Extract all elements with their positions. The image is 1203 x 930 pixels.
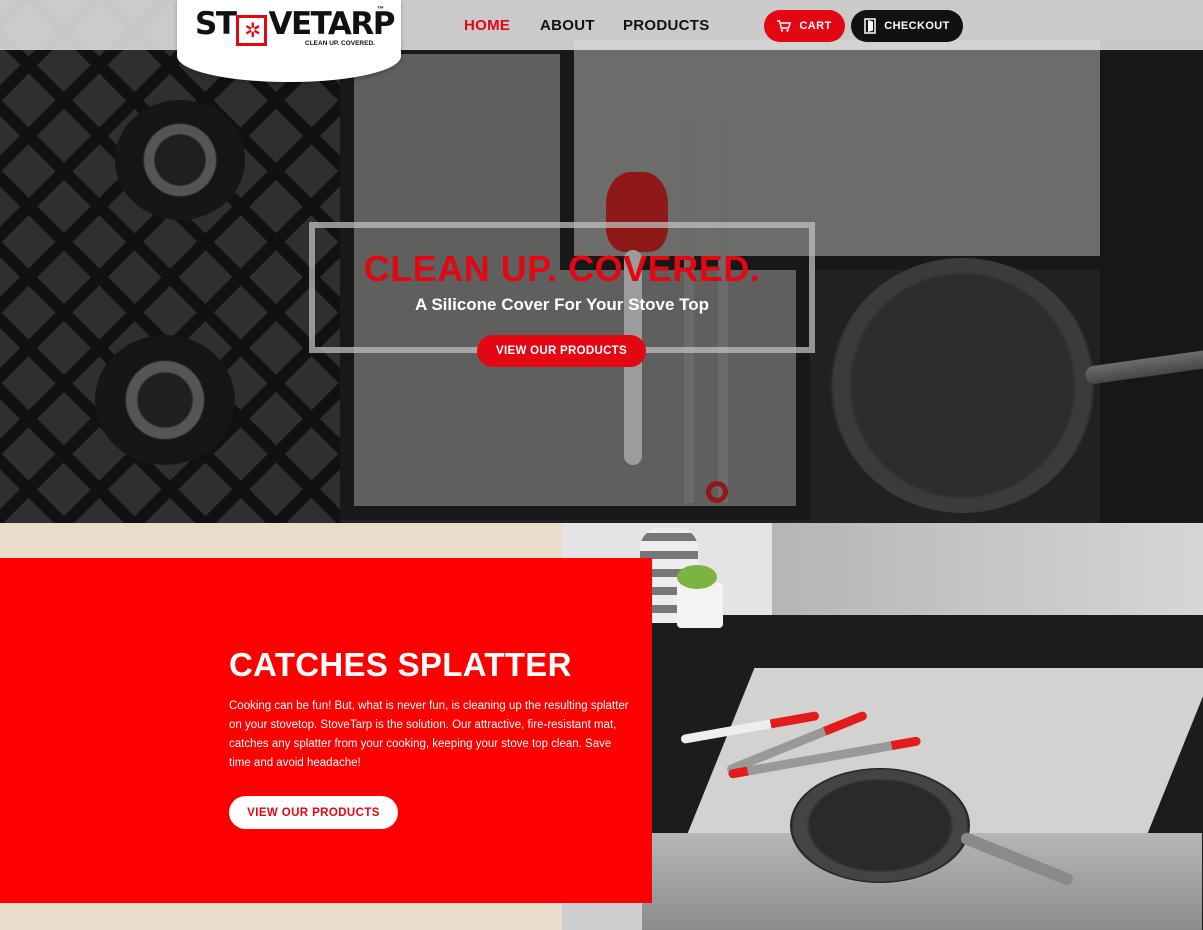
plant-image (677, 565, 717, 589)
nav-link-about[interactable]: ABOUT (540, 17, 595, 34)
door-exit-icon (864, 18, 876, 34)
logo-text-prefix: ST (195, 6, 237, 42)
hero-section: CLEAN UP. COVERED. A Silicone Cover For … (0, 0, 1203, 523)
feature-view-products-button[interactable]: VIEW OUR PRODUCTS (229, 796, 398, 829)
logo-text-suffix: VETARP (268, 6, 395, 42)
cart-label: CART (799, 20, 832, 32)
plant-pot-image (677, 583, 723, 628)
feature-section: CATCHES SPLATTER Cooking can be fun! But… (0, 523, 1203, 930)
trademark-symbol: ™ (377, 6, 384, 13)
feature-panel: CATCHES SPLATTER Cooking can be fun! But… (0, 558, 652, 903)
cart-button[interactable]: CART (764, 10, 845, 42)
hero-view-products-button[interactable]: VIEW OUR PRODUCTS (477, 335, 646, 367)
checkout-label: CHECKOUT (884, 20, 950, 32)
nav-link-products[interactable]: PRODUCTS (623, 17, 710, 34)
hero-title: CLEAN UP. COVERED. (363, 248, 761, 289)
kitchen-image (562, 523, 1203, 930)
logo-tagline: CLEAN UP. COVERED. (305, 40, 375, 47)
logo[interactable]: ST ✲ VETARP ™ CLEAN UP. COVERED. (177, 0, 401, 82)
nav-link-home[interactable]: HOME (464, 17, 510, 34)
cart-icon (777, 20, 792, 32)
feature-title: CATCHES SPLATTER (229, 646, 572, 683)
frying-pan-image (790, 768, 970, 883)
feature-body: Cooking can be fun! But, what is never f… (229, 700, 629, 769)
hero-subtitle: A Silicone Cover For Your Stove Top (414, 295, 710, 314)
checkout-button[interactable]: CHECKOUT (851, 10, 963, 42)
snowflake-icon: ✲ (236, 15, 268, 46)
